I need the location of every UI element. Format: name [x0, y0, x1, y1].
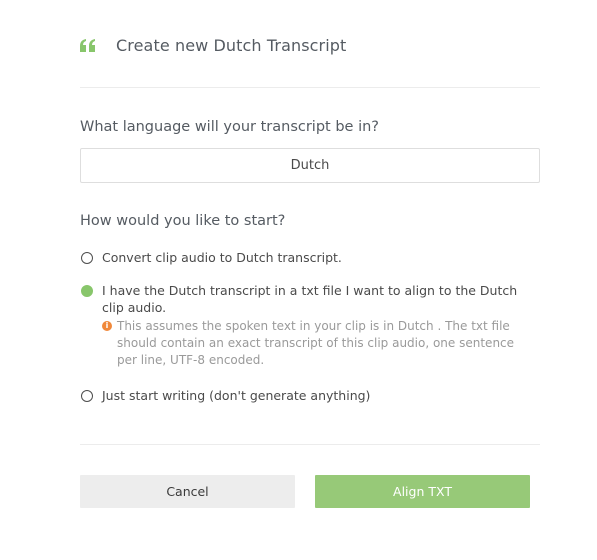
- create-transcript-dialog: Create new Dutch Transcript What languag…: [0, 0, 597, 560]
- option-label: I have the Dutch transcript in a txt fil…: [102, 283, 518, 315]
- align-txt-button[interactable]: Align TXT: [315, 475, 530, 508]
- option-align-txt[interactable]: I have the Dutch transcript in a txt fil…: [80, 282, 540, 369]
- dialog-header: Create new Dutch Transcript: [80, 34, 346, 56]
- option-start-writing[interactable]: Just start writing (don't generate anyth…: [80, 387, 540, 404]
- info-icon: i: [102, 321, 112, 331]
- radio-convert-audio[interactable]: [81, 252, 93, 264]
- radio-start-writing[interactable]: [81, 390, 93, 402]
- cancel-button[interactable]: Cancel: [80, 475, 295, 508]
- start-question: How would you like to start?: [80, 213, 286, 229]
- option-label: Just start writing (don't generate anyth…: [102, 388, 371, 403]
- dialog-title: Create new Dutch Transcript: [116, 35, 347, 55]
- note-text: This assumes the spoken text in your cli…: [117, 319, 515, 367]
- quote-icon: [80, 38, 96, 52]
- option-label: Convert clip audio to Dutch transcript.: [102, 250, 342, 265]
- language-question: What language will your transcript be in…: [80, 119, 379, 135]
- footer-divider: [80, 444, 540, 445]
- option-convert-audio[interactable]: Convert clip audio to Dutch transcript.: [80, 249, 540, 266]
- option-note: i This assumes the spoken text in your c…: [102, 318, 532, 369]
- header-divider: [80, 87, 540, 88]
- language-select-value: Dutch: [290, 158, 330, 173]
- radio-align-txt[interactable]: [81, 285, 93, 297]
- language-select[interactable]: Dutch: [80, 148, 540, 183]
